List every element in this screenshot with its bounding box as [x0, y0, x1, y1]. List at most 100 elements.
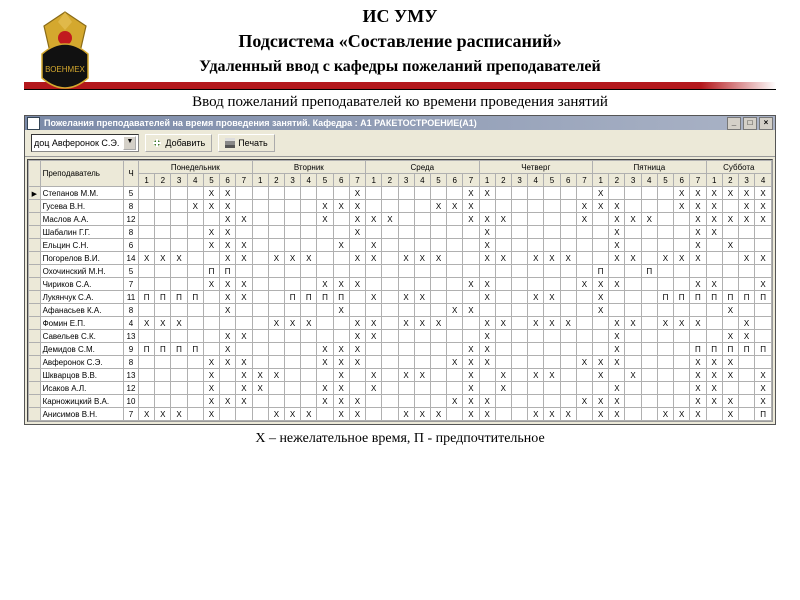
- table-row[interactable]: Ельцин С.Н.6XXXXXXXXX: [29, 239, 772, 252]
- slot-cell[interactable]: [398, 382, 414, 395]
- slot-cell[interactable]: X: [236, 291, 252, 304]
- slot-cell[interactable]: X: [317, 343, 333, 356]
- slot-cell[interactable]: X: [674, 187, 690, 200]
- slot-cell[interactable]: X: [366, 291, 382, 304]
- slot-cell[interactable]: [511, 317, 527, 330]
- slot-cell[interactable]: [495, 408, 511, 421]
- slot-cell[interactable]: [576, 369, 592, 382]
- slot-cell[interactable]: [674, 356, 690, 369]
- slot-cell[interactable]: [544, 239, 560, 252]
- slot-cell[interactable]: [333, 330, 349, 343]
- slot-cell[interactable]: X: [203, 200, 219, 213]
- slot-cell[interactable]: X: [479, 408, 495, 421]
- slot-cell[interactable]: [560, 395, 576, 408]
- slot-cell[interactable]: X: [609, 317, 625, 330]
- slot-cell[interactable]: [398, 213, 414, 226]
- slot-cell[interactable]: X: [414, 369, 430, 382]
- slot-cell[interactable]: [382, 343, 398, 356]
- slot-cell[interactable]: [641, 200, 657, 213]
- slot-cell[interactable]: [252, 408, 268, 421]
- slot-cell[interactable]: [511, 200, 527, 213]
- slot-cell[interactable]: [511, 213, 527, 226]
- slot-cell[interactable]: [349, 291, 365, 304]
- minimize-button[interactable]: _: [727, 117, 741, 130]
- slot-cell[interactable]: [495, 265, 511, 278]
- slot-cell[interactable]: X: [317, 200, 333, 213]
- slot-cell[interactable]: [738, 369, 754, 382]
- slot-cell[interactable]: X: [284, 252, 300, 265]
- slot-cell[interactable]: [657, 226, 673, 239]
- slot-cell[interactable]: [511, 252, 527, 265]
- slot-cell[interactable]: П: [755, 291, 772, 304]
- slot-cell[interactable]: [414, 213, 430, 226]
- slot-cell[interactable]: [171, 382, 187, 395]
- slot-cell[interactable]: [268, 278, 284, 291]
- slot-cell[interactable]: П: [722, 291, 738, 304]
- slot-cell[interactable]: X: [495, 369, 511, 382]
- slot-cell[interactable]: [187, 317, 203, 330]
- slot-cell[interactable]: [398, 330, 414, 343]
- slot-cell[interactable]: [252, 265, 268, 278]
- slot-cell[interactable]: X: [463, 187, 479, 200]
- slot-cell[interactable]: [755, 317, 772, 330]
- slot-cell[interactable]: [155, 395, 171, 408]
- slot-cell[interactable]: [657, 187, 673, 200]
- slot-cell[interactable]: [414, 226, 430, 239]
- slot-cell[interactable]: [560, 369, 576, 382]
- slot-cell[interactable]: [528, 330, 544, 343]
- slot-cell[interactable]: [171, 330, 187, 343]
- slot-cell[interactable]: [447, 369, 463, 382]
- slot-cell[interactable]: X: [398, 408, 414, 421]
- slot-cell[interactable]: П: [706, 291, 722, 304]
- slot-cell[interactable]: [544, 200, 560, 213]
- slot-cell[interactable]: [430, 395, 446, 408]
- slot-cell[interactable]: X: [609, 343, 625, 356]
- slot-cell[interactable]: X: [609, 408, 625, 421]
- slot-cell[interactable]: П: [301, 291, 317, 304]
- slot-cell[interactable]: X: [220, 187, 236, 200]
- slot-cell[interactable]: X: [349, 213, 365, 226]
- slot-cell[interactable]: X: [349, 278, 365, 291]
- table-row[interactable]: Исаков А.Л.12XXXXXXXXXXXX: [29, 382, 772, 395]
- slot-cell[interactable]: X: [268, 252, 284, 265]
- slot-cell[interactable]: X: [317, 278, 333, 291]
- slot-cell[interactable]: [755, 226, 772, 239]
- slot-cell[interactable]: П: [722, 343, 738, 356]
- slot-cell[interactable]: П: [220, 265, 236, 278]
- slot-cell[interactable]: [155, 265, 171, 278]
- slot-cell[interactable]: X: [203, 239, 219, 252]
- slot-cell[interactable]: X: [139, 252, 155, 265]
- slot-cell[interactable]: X: [220, 343, 236, 356]
- slot-cell[interactable]: [641, 317, 657, 330]
- slot-cell[interactable]: [171, 304, 187, 317]
- slot-cell[interactable]: X: [382, 213, 398, 226]
- slot-cell[interactable]: X: [366, 382, 382, 395]
- slot-cell[interactable]: [641, 369, 657, 382]
- slot-cell[interactable]: [447, 213, 463, 226]
- slot-cell[interactable]: X: [738, 252, 754, 265]
- slot-cell[interactable]: [382, 252, 398, 265]
- slot-cell[interactable]: X: [463, 395, 479, 408]
- add-button[interactable]: Добавить: [145, 134, 212, 152]
- slot-cell[interactable]: [738, 356, 754, 369]
- slot-cell[interactable]: [220, 369, 236, 382]
- slot-cell[interactable]: X: [447, 304, 463, 317]
- slot-cell[interactable]: [609, 187, 625, 200]
- slot-cell[interactable]: X: [220, 330, 236, 343]
- slot-cell[interactable]: [382, 317, 398, 330]
- slot-cell[interactable]: X: [528, 369, 544, 382]
- slot-cell[interactable]: X: [236, 395, 252, 408]
- slot-cell[interactable]: П: [690, 291, 706, 304]
- slot-cell[interactable]: [447, 317, 463, 330]
- slot-cell[interactable]: [447, 278, 463, 291]
- slot-cell[interactable]: [625, 382, 641, 395]
- slot-cell[interactable]: [738, 408, 754, 421]
- slot-cell[interactable]: [495, 226, 511, 239]
- chevron-down-icon[interactable]: ▼: [123, 136, 136, 150]
- slot-cell[interactable]: [187, 304, 203, 317]
- slot-cell[interactable]: [187, 330, 203, 343]
- slot-cell[interactable]: [447, 265, 463, 278]
- slot-cell[interactable]: X: [479, 395, 495, 408]
- close-button[interactable]: ×: [759, 117, 773, 130]
- slot-cell[interactable]: [641, 291, 657, 304]
